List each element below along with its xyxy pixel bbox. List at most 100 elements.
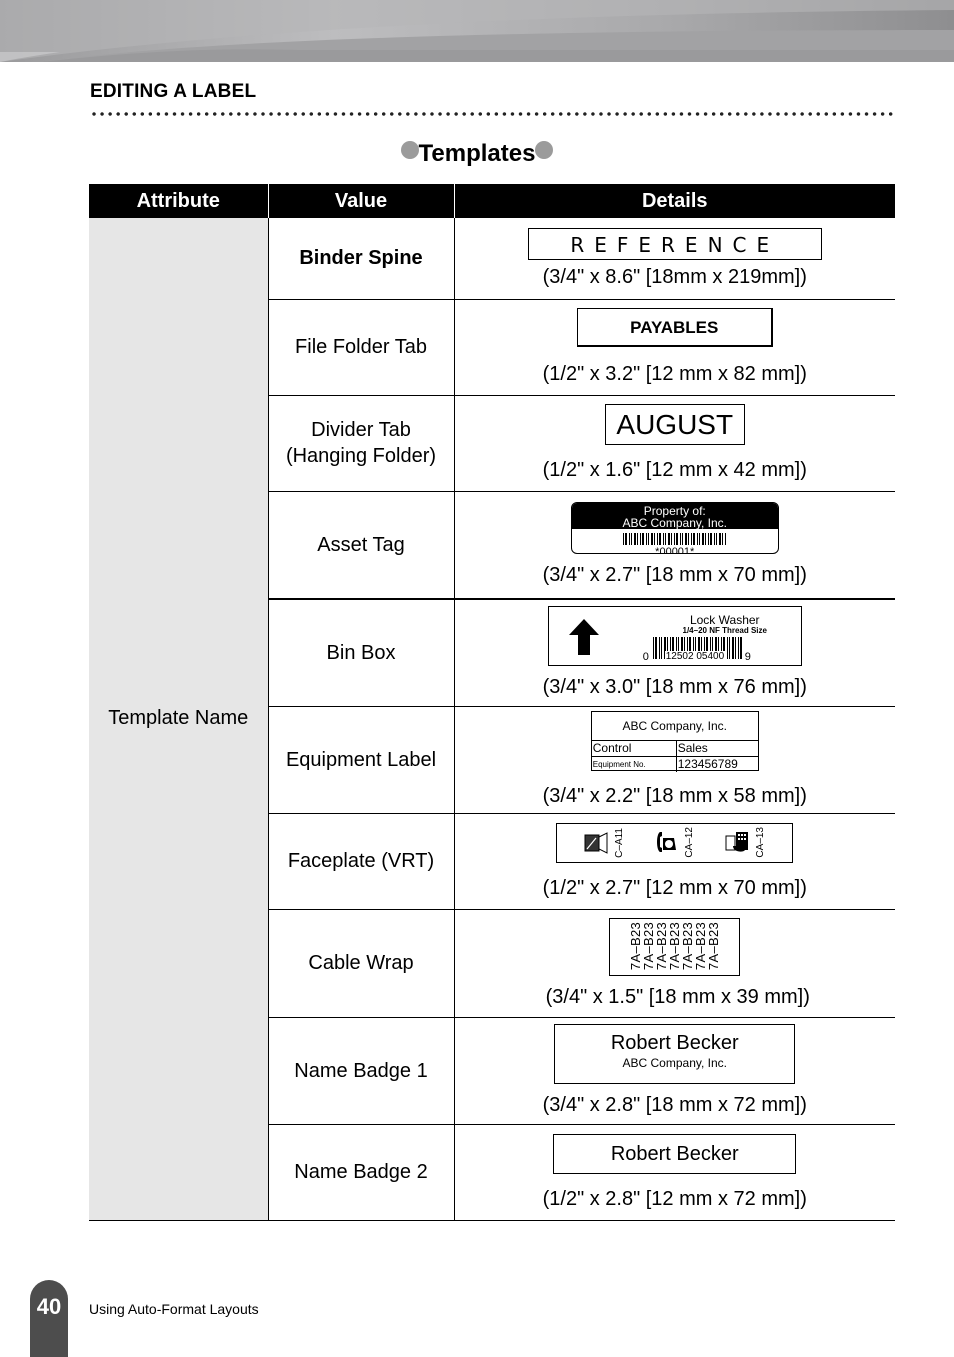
value-cell: Divider Tab (Hanging Folder) [268, 395, 455, 492]
size-text: (3/4" x 8.6" [18mm x 219mm]) [542, 265, 807, 288]
barcode-bar [718, 533, 721, 546]
label-preview-name-badge-2: Robert Becker [553, 1133, 797, 1174]
barcode-bar [692, 533, 695, 546]
column-header-attribute: Attribute [89, 184, 268, 218]
details-cell: REFERENCE (3/4" x 8.6" [18mm x 219mm]) [454, 218, 895, 300]
details-cell: 7A–B23 7A–B23 7A–B23 7A–B23 7A–B23 7A–B23 7A–B… [454, 909, 895, 1018]
barcode-bar [696, 533, 698, 546]
label-line-2: 1/4–20 NF Thread Size [682, 626, 767, 636]
bullet-right-icon [535, 141, 554, 159]
details-cell: PAYABLES (1/2" x 3.2" [12 mm x 82 mm]) [454, 299, 895, 396]
barcode-bar [707, 533, 709, 546]
label-preview-equipment-label: ABC Company, Inc. Control Sales Equipmen… [590, 711, 759, 772]
telephone-icon [657, 832, 677, 853]
label-preview-cable-wrap: 7A–B23 7A–B23 7A–B23 7A–B23 7A–B23 7A–B23 7A–B… [609, 917, 741, 976]
computer-icon [584, 831, 608, 854]
barcode-bar [709, 533, 712, 546]
label-field-row: Control Sales [592, 741, 758, 756]
table-row: Template Name Binder Spine REFERENCE (3/… [89, 218, 895, 1221]
barcode-text: *00001* [655, 546, 695, 555]
barcode-bar [701, 533, 704, 546]
value-cell: Binder Spine [268, 218, 455, 300]
barcode-bar [724, 533, 726, 546]
details-cell: Lock Washer 1/4–20 NF Thread Size 0 1250… [454, 599, 895, 707]
arrow-up-icon [568, 619, 599, 656]
details-cell: Property of: ABC Company, Inc. *00001* (… [454, 491, 895, 600]
field-name: Equipment No. [592, 757, 677, 772]
size-text: (1/2" x 2.7" [12 mm x 70 mm]) [542, 876, 807, 899]
value-cell: Cable Wrap [268, 909, 455, 1018]
fax-icon [725, 832, 748, 853]
barcode-bar [645, 533, 647, 546]
barcode-bar [624, 533, 627, 546]
details-cell: AUGUST (1/2" x 1.6" [12 mm x 42 mm]) [454, 395, 895, 492]
size-text: (3/4" x 2.2" [18 mm x 58 mm]) [542, 785, 807, 807]
attribute-cell: Template Name [89, 218, 269, 1221]
barcode-bar [726, 637, 728, 660]
barcode-bar [636, 533, 638, 546]
value-cell: Bin Box [268, 599, 455, 707]
barcode-bar [633, 533, 636, 546]
size-text: (1/2" x 1.6" [12 mm x 42 mm]) [542, 459, 807, 481]
label-preview-name-badge-1: Robert Becker ABC Company, Inc. [554, 1024, 796, 1084]
badge-name: Robert Becker [610, 1032, 739, 1054]
details-cell: C–A11 CA–12 CA–13 (1/2" x 2.7" [12 mm x … [454, 813, 895, 910]
value-cell: Asset Tag [268, 491, 455, 600]
barcode-digits: 12502 05400 [664, 651, 726, 663]
barcode-bar [687, 533, 689, 546]
barcode-bar [690, 533, 692, 546]
details-cell: Robert Becker ABC Company, Inc. (3/4" x … [454, 1017, 895, 1125]
label-line-1: Lock Washer [689, 613, 760, 628]
barcode-bar [728, 637, 730, 660]
barcode-bar [704, 533, 706, 546]
barcode-bar [652, 637, 654, 660]
barcode-bar [656, 533, 658, 546]
barcode-bar [639, 533, 641, 546]
header-banner [0, 0, 954, 62]
page-number: 40 [36, 1294, 62, 1319]
section-title: EDITING A LABEL [90, 81, 257, 102]
barcode-bar [628, 533, 630, 546]
port-group: CA–12 [654, 827, 695, 858]
label-preview-file-folder-tab: PAYABLES [576, 308, 773, 347]
cable-wrap-text: 7A–B23 [706, 922, 722, 971]
barcode-bar [681, 533, 683, 546]
barcode-bar [630, 533, 632, 546]
label-text: REFERENCE [570, 232, 780, 257]
footer-section-title: Using Auto-Format Layouts [89, 1301, 259, 1317]
barcode-icon [622, 533, 726, 546]
barcode-bar [737, 637, 739, 660]
details-cell: ABC Company, Inc. Control Sales Equipmen… [454, 706, 895, 814]
table-header-row: Attribute Value Details [89, 184, 895, 218]
barcode-bar [622, 533, 624, 546]
label-preview-bin-box: Lock Washer 1/4–20 NF Thread Size 0 1250… [547, 606, 802, 667]
size-text: (3/4" x 2.7" [18 mm x 70 mm]) [542, 564, 807, 587]
label-preview-asset-tag: Property of: ABC Company, Inc. *00001* [570, 502, 779, 555]
label-header: ABC Company, Inc. [591, 712, 758, 741]
dotted-divider [90, 111, 896, 117]
barcode-bar [658, 533, 661, 546]
port-group: CA–13 [725, 827, 766, 858]
label-line-2: ABC Company, Inc. [622, 516, 727, 531]
barcode-bar [658, 637, 660, 660]
barcode-bar [713, 533, 715, 546]
barcode-bar [641, 533, 644, 546]
asset-tag-header: Property of: ABC Company, Inc. [571, 503, 778, 531]
barcode-bar [698, 533, 700, 546]
value-cell: Equipment Label [268, 706, 455, 814]
barcode-digit-left: 0 [642, 651, 649, 664]
barcode-bar [664, 533, 666, 546]
barcode-bar [734, 637, 736, 660]
field-name: Control [592, 741, 677, 756]
label-preview-faceplate: C–A11 CA–12 CA–13 [556, 822, 794, 863]
value-cell: Name Badge 1 [268, 1017, 455, 1125]
templates-table: Attribute Value Details Template Name Bi… [89, 184, 895, 1221]
barcode-bar [647, 533, 649, 546]
barcode-bar [654, 637, 657, 660]
port-label: CA–12 [684, 827, 696, 858]
field-value: 123456789 [677, 757, 738, 771]
size-text: (3/4" x 3.0" [18 mm x 76 mm]) [542, 676, 807, 699]
details-cell: Robert Becker (1/2" x 2.8" [12 mm x 72 m… [454, 1124, 895, 1221]
port-label: C–A11 [613, 827, 625, 858]
bullet-left-icon [400, 141, 419, 159]
